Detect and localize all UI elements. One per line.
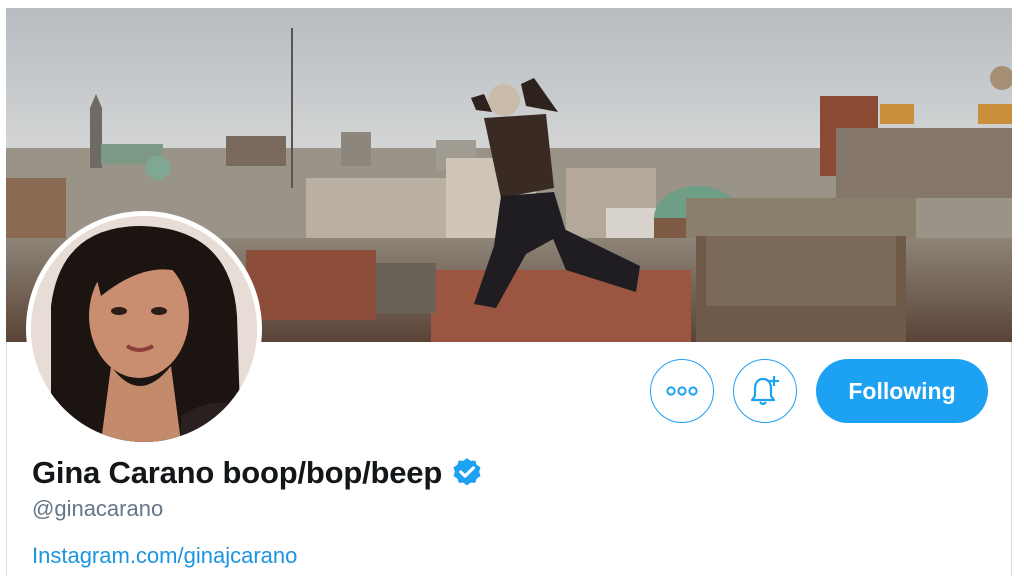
profile-name-row: Gina Carano boop/bop/beep: [32, 452, 484, 494]
display-name: Gina Carano boop/bop/beep: [32, 455, 443, 490]
bell-plus-icon: [750, 376, 779, 406]
notifications-button[interactable]: [733, 359, 797, 423]
profile-handle: @ginacarano: [32, 496, 164, 521]
verified-badge-icon: [453, 458, 481, 486]
profile-avatar[interactable]: [26, 211, 262, 447]
profile-website-link[interactable]: Instagram.com/ginajcarano: [32, 543, 297, 569]
following-button[interactable]: Following: [816, 359, 988, 423]
avatar-photo: [31, 216, 257, 442]
more-options-button[interactable]: [650, 359, 714, 423]
more-horizontal-icon: [666, 386, 698, 396]
